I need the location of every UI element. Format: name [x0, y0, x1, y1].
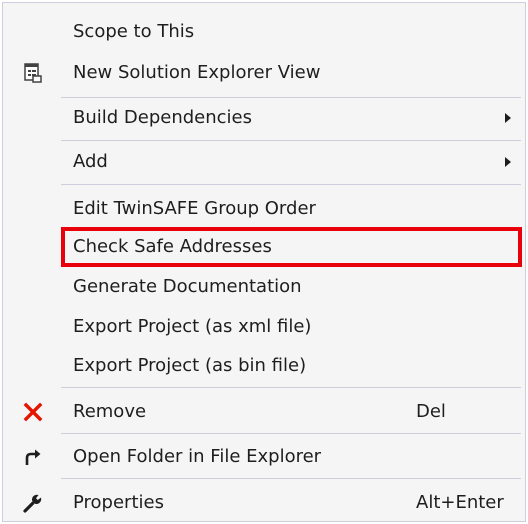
submenu-arrow-icon	[505, 157, 511, 167]
context-menu: Scope to This New Solution Explorer View…	[2, 2, 526, 522]
open-folder-arrow-icon	[25, 449, 41, 465]
separator	[61, 97, 521, 98]
menu-item-open-folder-in-file-explorer[interactable]: Open Folder in File Explorer	[3, 438, 525, 476]
menu-item-export-project-bin[interactable]: Export Project (as bin file)	[3, 347, 525, 385]
menu-item-add[interactable]: Add	[3, 143, 525, 181]
menu-item-label: Generate Documentation	[73, 276, 302, 297]
menu-item-label: Scope to This	[73, 21, 195, 42]
menu-item-build-dependencies[interactable]: Build Dependencies	[3, 99, 525, 137]
submenu-arrow-icon	[505, 113, 511, 123]
menu-item-new-solution-explorer-view[interactable]: New Solution Explorer View	[3, 54, 525, 92]
menu-item-export-project-xml[interactable]: Export Project (as xml file)	[3, 308, 525, 346]
menu-item-properties[interactable]: Properties Alt+Enter	[3, 484, 525, 522]
menu-item-label: Remove	[73, 401, 147, 422]
separator	[61, 478, 521, 479]
menu-item-edit-twinsafe-group-order[interactable]: Edit TwinSAFE Group Order	[3, 190, 525, 228]
separator	[61, 140, 521, 141]
separator	[61, 433, 521, 434]
highlight-box	[61, 227, 522, 267]
menu-item-label: Build Dependencies	[73, 107, 253, 128]
menu-item-shortcut: Alt+Enter	[416, 492, 504, 513]
menu-item-label: Export Project (as xml file)	[73, 316, 312, 337]
separator	[61, 184, 521, 185]
menu-item-remove[interactable]: Remove Del	[3, 393, 525, 431]
menu-item-label: Edit TwinSAFE Group Order	[73, 198, 316, 219]
separator	[61, 387, 521, 388]
menu-item-generate-documentation[interactable]: Generate Documentation	[3, 268, 525, 306]
menu-item-label: Export Project (as bin file)	[73, 355, 307, 376]
remove-x-icon	[23, 402, 43, 422]
menu-item-label: New Solution Explorer View	[73, 62, 321, 83]
menu-item-label: Properties	[73, 492, 164, 513]
menu-item-label: Open Folder in File Explorer	[73, 446, 322, 467]
solution-explorer-icon	[24, 63, 42, 83]
menu-item-scope-to-this[interactable]: Scope to This	[3, 13, 525, 51]
menu-item-shortcut: Del	[416, 401, 446, 422]
wrench-icon	[23, 494, 42, 513]
menu-item-label: Add	[73, 151, 108, 172]
